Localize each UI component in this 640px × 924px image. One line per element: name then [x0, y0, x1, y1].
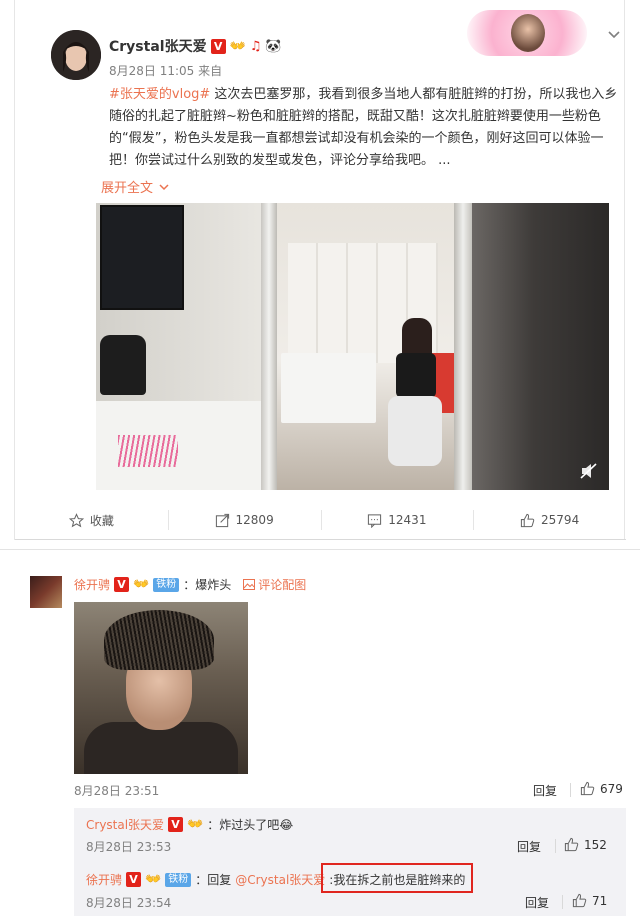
fan-level-icon: 👐: [187, 817, 204, 832]
iron-fan-badge: 铁粉: [165, 872, 192, 887]
photo-pink-hair-extensions: [118, 435, 178, 467]
comment-count: 12431: [388, 513, 427, 527]
author-line: Crystal张天爱 V 👐 ♫ 🐼: [109, 36, 282, 56]
expand-full-text-link[interactable]: 展开全文: [101, 177, 169, 196]
verified-v-icon: V: [114, 577, 130, 592]
repost-icon: [215, 513, 229, 527]
reply-1-header: Crystal张天爱 V 👐 ：炸过头了吧😂: [86, 816, 293, 833]
highlight-annotation-box: [321, 863, 473, 893]
thumbs-up-icon: [520, 513, 535, 527]
reply-like-button[interactable]: 71: [572, 893, 607, 908]
mention-link[interactable]: @Crystal张天爱: [235, 871, 325, 888]
post-action-bar: 收藏 12809 12431 25794: [15, 500, 626, 540]
photo-mirror-frame-right: [454, 203, 472, 490]
dropdown-chevron-icon[interactable]: [607, 28, 621, 42]
post-timestamp[interactable]: 8月28日 11:05: [109, 64, 194, 78]
reply-timestamp: 8月28日 23:53: [86, 840, 172, 854]
reply-prefix: ：回复: [195, 873, 232, 887]
commenter-avatar[interactable]: [30, 576, 62, 608]
author-avatar[interactable]: [51, 30, 101, 80]
thumbs-up-icon: [564, 837, 579, 852]
comment-like-count: 679: [600, 781, 623, 796]
fan-level-icon: 👐: [229, 38, 246, 54]
fan-level-icon: 👐: [133, 577, 150, 592]
post-bottom-border: [15, 539, 626, 540]
reply-timestamp: 8月28日 23:54: [86, 896, 172, 910]
verified-v-icon: V: [168, 817, 184, 832]
verified-v-icon: V: [210, 38, 226, 54]
repost-button[interactable]: 12809: [167, 500, 321, 540]
comment-picture-link[interactable]: 评论配图: [243, 576, 306, 593]
post-source: 来自: [198, 64, 223, 78]
banner-portrait: [511, 14, 545, 52]
star-icon: [68, 512, 84, 527]
member-icon: ♫: [249, 38, 262, 54]
comment-timestamp: 8月28日 23:51: [74, 784, 160, 798]
author-avatar-image: [51, 30, 101, 80]
reply-like-count: 71: [592, 893, 608, 908]
comment-icon: [368, 513, 382, 528]
reply-like-count: 152: [584, 837, 607, 852]
card-decoration-banner: [467, 10, 587, 56]
photo-handbag: [100, 335, 146, 395]
chevron-down-icon: [159, 183, 169, 190]
verified-v-icon: V: [126, 872, 142, 887]
comment-picture-label: 评论配图: [258, 578, 307, 592]
weibo-post-card: Crystal张天爱 V 👐 ♫ 🐼 8月28日 11:05 来自 #张天爱的v…: [14, 0, 626, 540]
thumbs-up-icon: [572, 893, 587, 908]
reply-author-name[interactable]: 徐开骋: [86, 871, 122, 888]
action-separator: [562, 895, 563, 909]
post-content: #张天爱的vlog# 这次去巴塞罗那，我看到很多当地人都有脏脏辫的打扮，所以我也…: [109, 84, 624, 172]
iron-fan-badge: 铁粉: [153, 577, 180, 592]
hashtag-link[interactable]: #张天爱的vlog#: [109, 87, 210, 102]
comment-photo[interactable]: [74, 602, 248, 774]
reply-button[interactable]: 回复: [525, 894, 549, 911]
thumbs-up-icon: [580, 781, 595, 796]
reply-like-button[interactable]: 152: [564, 837, 607, 852]
photo-bed: [281, 353, 376, 423]
reply-text: ：炸过头了吧😂: [207, 818, 294, 832]
favorite-button[interactable]: 收藏: [15, 500, 168, 540]
post-meta: 8月28日 11:05 来自: [109, 62, 222, 79]
comment-text: ：爆炸头: [183, 578, 232, 592]
panda-icon: 🐼: [265, 38, 282, 54]
comment-like-button[interactable]: 679: [580, 781, 623, 796]
like-button[interactable]: 25794: [473, 500, 626, 540]
comment-button[interactable]: 12431: [320, 500, 474, 540]
author-name[interactable]: Crystal张天爱: [109, 36, 207, 56]
reply-author-name[interactable]: Crystal张天爱: [86, 816, 164, 833]
post-video-thumbnail[interactable]: [96, 203, 609, 490]
photo-person-top: [396, 353, 436, 398]
comment-header: 徐开骋 V 👐 铁粉 ：爆炸头 评论配图: [74, 576, 306, 593]
photo-tv: [100, 205, 184, 310]
expand-label: 展开全文: [101, 181, 154, 196]
photo-person-legs: [388, 396, 442, 466]
favorite-label: 收藏: [89, 513, 114, 528]
repost-count: 12809: [235, 513, 274, 527]
reply-button[interactable]: 回复: [533, 782, 557, 799]
image-icon: [243, 579, 256, 590]
photo-wall-right: [472, 203, 609, 490]
photo-mirror-frame-left: [261, 203, 277, 490]
fan-level-icon: 👐: [145, 872, 162, 887]
mute-icon[interactable]: [580, 463, 598, 479]
comment-photo-hair: [104, 610, 214, 670]
action-separator: [570, 783, 571, 797]
action-separator: [555, 839, 556, 853]
commenter-name[interactable]: 徐开骋: [74, 576, 110, 593]
comments-divider: [0, 549, 640, 550]
like-count: 25794: [541, 513, 580, 527]
reply-button[interactable]: 回复: [517, 838, 541, 855]
